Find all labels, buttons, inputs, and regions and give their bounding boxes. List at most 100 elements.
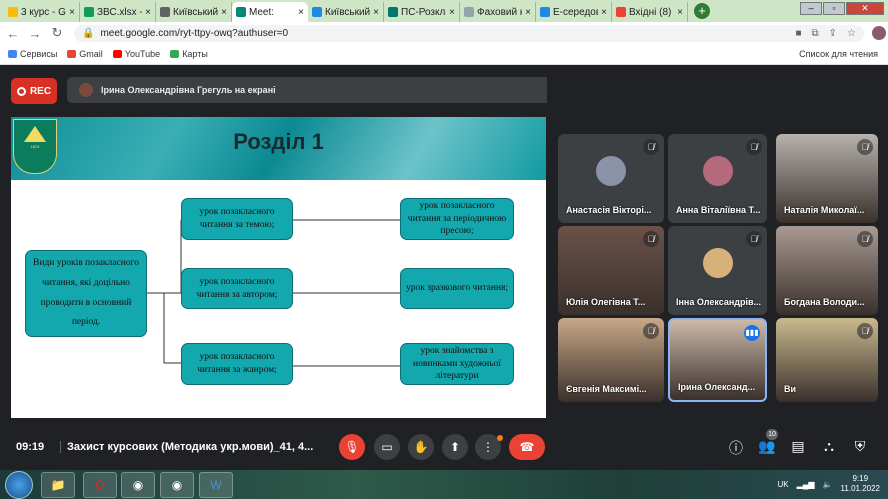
browser-tab[interactable]: ПС-Розклад× xyxy=(384,2,460,22)
reload-icon[interactable]: ↻ xyxy=(48,25,66,41)
tab-close-icon[interactable]: × xyxy=(525,7,531,18)
tab-label: Вхідні (8) - xyxy=(629,6,675,18)
diagram-root-box: Види уроків позакласного читання, які до… xyxy=(25,250,147,337)
participant-name: Анна Віталіївна Т... xyxy=(676,205,761,215)
browser-tab[interactable]: ЗВС.xlsx - Google× xyxy=(80,2,156,22)
presenter-text: Ірина Олександрівна Грегуль на екрані xyxy=(101,85,276,95)
start-button[interactable] xyxy=(5,471,33,499)
browser-tab[interactable]: Meet: × xyxy=(232,2,308,22)
forward-icon[interactable]: → xyxy=(26,26,44,41)
participant-name: Анастасія Вікторі... xyxy=(566,205,652,215)
volume-icon[interactable]: 🔈 xyxy=(823,480,833,489)
mic-off-icon: 🎙 xyxy=(344,440,360,454)
youtube-icon xyxy=(112,50,122,58)
tab-close-icon[interactable]: × xyxy=(221,7,227,18)
chrome-taskbar-icon[interactable]: ◉ xyxy=(121,472,155,498)
maximize-button[interactable]: ▫ xyxy=(823,2,845,15)
tab-label: ЗВС.xlsx - Google xyxy=(97,6,142,18)
participant-count-badge: 10 xyxy=(766,429,778,440)
raise-hand-button[interactable]: ✋ xyxy=(408,434,434,460)
mic-muted-icon: 🎙̸ xyxy=(643,139,659,155)
tab-close-icon[interactable]: × xyxy=(677,7,683,18)
camera-icon[interactable]: ■ xyxy=(795,28,801,39)
speaking-indicator-icon: ▮▮▮ xyxy=(744,325,760,341)
browser-tab[interactable]: Вхідні (8) - × xyxy=(612,2,688,22)
tray-date: 11.01.2022 xyxy=(840,484,880,494)
browser-tab[interactable]: Е-середови× xyxy=(536,2,612,22)
translate-icon[interactable]: ⧉ xyxy=(812,28,819,39)
explorer-taskbar-icon[interactable]: 📁 xyxy=(41,472,75,498)
tab-close-icon[interactable]: × xyxy=(601,7,607,18)
network-icon[interactable]: ▂▄▆ xyxy=(797,480,815,489)
gmail-icon xyxy=(67,50,77,58)
tab-close-icon[interactable]: × xyxy=(449,7,455,18)
tray-clock[interactable]: 9:19 11.01.2022 xyxy=(841,474,880,495)
participant-tile[interactable]: 🎙̸ Анна Віталіївна Т... xyxy=(668,134,767,223)
reading-list-button[interactable]: Список для чтения xyxy=(799,49,888,59)
record-icon xyxy=(16,86,26,96)
recording-badge[interactable]: REC xyxy=(11,78,57,104)
meeting-title: Захист курсових (Методика укр.мови)_41, … xyxy=(60,441,313,453)
end-call-button[interactable]: ☎ xyxy=(509,434,545,460)
tab-close-icon[interactable]: × xyxy=(298,7,304,18)
chat-icon[interactable]: ▤ xyxy=(789,438,807,455)
minimize-button[interactable]: – xyxy=(800,2,822,15)
participant-tile[interactable]: 🎙̸ Євгенія Максимі... xyxy=(558,318,664,402)
participant-name: Ви xyxy=(784,384,797,394)
address-bar[interactable]: 🔒 meet.google.com/ryt-ttpy-owq?authuser=… xyxy=(74,24,864,42)
participant-tile[interactable]: ▮▮▮ Ірина Олександ... xyxy=(668,318,767,402)
tab-strip: 3 курс - Google×ЗВС.xlsx - Google×Київсь… xyxy=(0,0,888,22)
tab-close-icon[interactable]: × xyxy=(373,7,379,18)
participant-tile[interactable]: 🎙̸ Інна Олександрів... xyxy=(668,226,767,315)
host-controls-icon[interactable]: ⛨ xyxy=(851,438,869,455)
college-icon xyxy=(464,7,474,17)
mic-off-button[interactable]: 🎙 xyxy=(339,434,365,460)
tab-close-icon[interactable]: × xyxy=(145,7,151,18)
participant-avatar xyxy=(596,156,626,186)
browser-tab[interactable]: Фаховий ко× xyxy=(460,2,536,22)
profile-avatar[interactable] xyxy=(872,26,886,40)
people-icon[interactable]: 👥 xyxy=(758,438,776,455)
address-toolbar: ← → ↻ 🔒 meet.google.com/ryt-ttpy-owq?aut… xyxy=(0,22,888,44)
bookmark-item[interactable]: Карты xyxy=(170,49,208,59)
new-tab-button[interactable]: + xyxy=(694,3,710,19)
tab-close-icon[interactable]: × xyxy=(69,7,75,18)
present-button[interactable]: ⬆ xyxy=(442,434,468,460)
camera-icon: ▭ xyxy=(381,440,393,454)
participant-tile[interactable]: 🎙̸ Юлія Олегівна Т... xyxy=(558,226,664,315)
google-drive-icon xyxy=(8,7,18,17)
participant-tile[interactable]: 🎙̸ Богдана Володи... xyxy=(776,226,878,315)
activities-icon[interactable]: ⛬ xyxy=(820,438,838,455)
presenter-avatar xyxy=(79,83,93,97)
info-icon[interactable]: ⓘ xyxy=(727,438,745,458)
participant-tile[interactable]: 🎙̸ Ви xyxy=(776,318,878,402)
camera-button[interactable]: ▭ xyxy=(374,434,400,460)
bookmark-label: Gmail xyxy=(79,49,103,59)
bookmark-star-icon[interactable]: ☆ xyxy=(847,28,856,39)
bookmark-item[interactable]: Сервисы xyxy=(8,49,57,59)
participant-name: Інна Олександрів... xyxy=(676,297,762,307)
browser-tab[interactable]: 3 курс - Google× xyxy=(4,2,80,22)
gmail-icon xyxy=(616,7,626,17)
window-close-button[interactable]: ✕ xyxy=(846,2,884,15)
bookmark-label: Карты xyxy=(182,49,208,59)
browser-tab[interactable]: Київський у× xyxy=(156,2,232,22)
participant-tile[interactable]: 🎙̸ Наталія Миколаї... xyxy=(776,134,878,223)
share-icon[interactable]: ⇪ xyxy=(829,28,837,39)
tab-label: 3 курс - Google xyxy=(21,6,66,18)
bookmark-label: Сервисы xyxy=(20,49,58,59)
browser-tab[interactable]: Київський У× xyxy=(308,2,384,22)
bookmark-label: YouTube xyxy=(124,49,161,59)
participant-tile[interactable]: 🎙̸ Анастасія Вікторі... xyxy=(558,134,664,223)
opera-taskbar-icon[interactable]: O xyxy=(83,472,117,498)
back-icon[interactable]: ← xyxy=(4,26,22,41)
chrome-taskbar-icon[interactable]: ◉ xyxy=(160,472,194,498)
meet-icon xyxy=(236,7,246,17)
mic-muted-icon: 🎙̸ xyxy=(643,323,659,339)
bookmark-item[interactable]: YouTube xyxy=(112,49,161,59)
bookmark-item[interactable]: Gmail xyxy=(67,49,103,59)
word-taskbar-icon[interactable]: W xyxy=(199,472,233,498)
participant-name: Наталія Миколаї... xyxy=(784,205,865,215)
maps-icon xyxy=(170,50,180,58)
language-indicator[interactable]: UK xyxy=(777,480,788,489)
